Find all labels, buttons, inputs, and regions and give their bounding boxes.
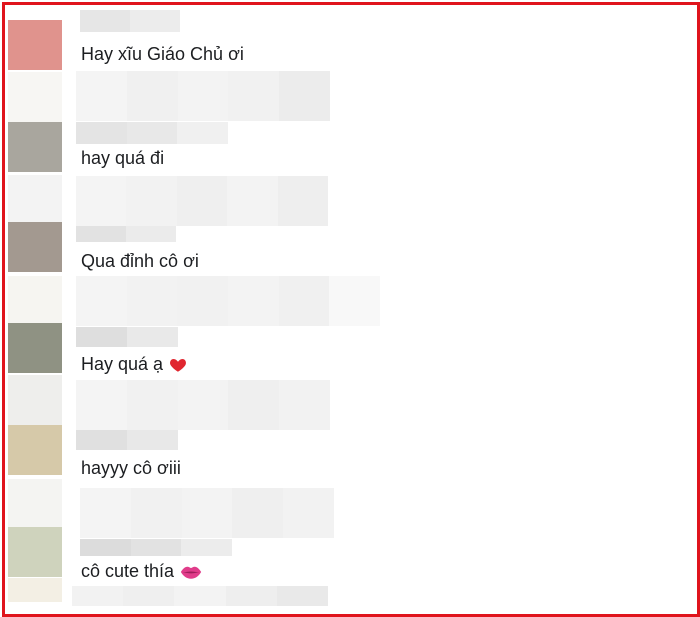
blurred-username (76, 327, 178, 347)
blurred-content (72, 586, 329, 606)
comment-text: hayyy cô ơiii (81, 458, 181, 479)
blurred-content (76, 176, 329, 226)
comment-label: Qua đỉnh cô ơi (81, 251, 199, 271)
blurred-username (76, 122, 229, 144)
comment-text: Qua đỉnh cô ơi (81, 251, 199, 272)
blurred-avatar (8, 578, 62, 602)
avatar[interactable] (8, 425, 62, 475)
blurred-username (76, 226, 176, 242)
blurred-username (76, 430, 178, 450)
heart-icon (170, 358, 187, 372)
comment-label: Hay xĩu Giáo Chủ ơi (81, 44, 244, 64)
comment-text: cô cute thía (81, 561, 202, 582)
comment-text: Hay xĩu Giáo Chủ ơi (81, 44, 244, 65)
blurred-avatar (8, 479, 62, 529)
comment-text: hay quá đi (81, 148, 164, 169)
comment-label: hayyy cô ơiii (81, 458, 181, 478)
kiss-lips-icon (180, 566, 202, 579)
comment-text: Hay quá ạ (81, 354, 187, 375)
avatar[interactable] (8, 323, 62, 373)
blurred-content (80, 488, 334, 538)
avatar[interactable] (8, 527, 62, 577)
comment-label: hay quá đi (81, 148, 165, 168)
blurred-avatar (8, 276, 62, 326)
comment-label: Hay quá ạ (81, 354, 164, 374)
blurred-content (76, 380, 330, 430)
comment-label: cô cute thía (81, 561, 175, 581)
blurred-content (76, 276, 381, 326)
blurred-content (76, 71, 330, 121)
avatar[interactable] (8, 122, 62, 172)
avatar[interactable] (8, 20, 62, 70)
blurred-username (80, 539, 233, 556)
blurred-username (80, 10, 180, 32)
avatar[interactable] (8, 222, 62, 272)
blurred-avatar (8, 72, 62, 122)
blurred-avatar (8, 175, 62, 225)
blurred-avatar (8, 375, 62, 425)
